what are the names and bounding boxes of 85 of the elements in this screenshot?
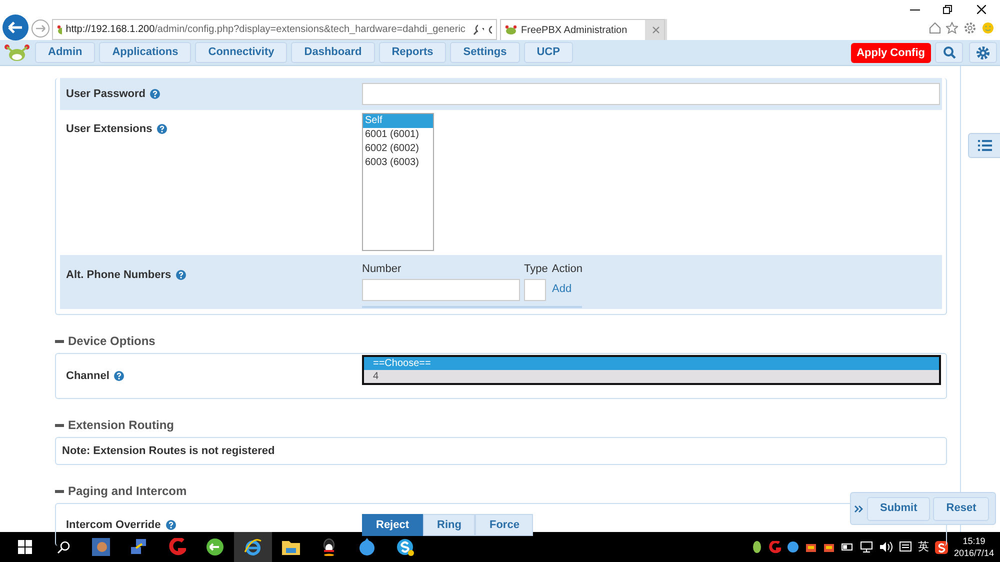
tray-app-icon[interactable] <box>786 541 799 553</box>
dropdown-option[interactable]: ==Choose== <box>364 357 939 370</box>
chat-bubble-icon[interactable] <box>358 538 376 556</box>
field-label: Alt. Phone Numbers <box>66 268 172 283</box>
add-link[interactable]: Add <box>552 281 582 298</box>
help-icon[interactable] <box>176 270 186 280</box>
phone-number-field[interactable] <box>362 278 520 300</box>
sogou-icon[interactable] <box>934 540 948 554</box>
volume-icon[interactable] <box>878 541 893 553</box>
back-icon[interactable] <box>2 14 29 41</box>
minimize-icon[interactable] <box>910 9 920 11</box>
list-toggle-button[interactable] <box>968 133 1000 158</box>
search-button[interactable] <box>935 42 963 63</box>
section-title: Device Options <box>68 333 156 350</box>
tray-app-icon[interactable] <box>804 541 817 553</box>
list-option[interactable]: 6001 (6001) <box>363 128 433 142</box>
address-bar[interactable]: http://192.168.1.200/admin/config.php?display=extensions&tech_hardware=dahdi_generic <box>52 19 497 40</box>
nav-menu-button[interactable]: Admin <box>35 42 96 63</box>
apply-config-button[interactable]: Apply Config <box>850 42 931 62</box>
field-label: Intercom Override <box>66 518 161 533</box>
app-icon[interactable] <box>168 538 186 556</box>
tray-app-icon[interactable] <box>750 541 763 553</box>
network-computer-icon[interactable] <box>130 538 148 556</box>
section-title: Extension Routing <box>68 417 174 434</box>
list-option[interactable]: 6002 (6002) <box>363 142 433 156</box>
tab-title: FreePBX Administration <box>521 24 628 38</box>
star-icon[interactable] <box>946 22 958 34</box>
windows-icon[interactable] <box>18 540 32 554</box>
close-icon[interactable] <box>977 5 986 14</box>
caret-icon[interactable] <box>482 28 484 32</box>
expand-icon[interactable] <box>854 504 864 512</box>
restore-icon[interactable] <box>943 5 952 14</box>
nav-menu-button[interactable]: Reports <box>378 42 446 63</box>
clock-date[interactable]: 2016/7/14 <box>954 547 994 559</box>
toggle-option-button[interactable]: Reject <box>362 514 424 536</box>
nav-menu-button[interactable]: UCP <box>524 42 573 63</box>
password-field[interactable] <box>362 83 940 105</box>
list-option[interactable]: Self <box>363 114 433 128</box>
home-icon[interactable] <box>929 22 941 34</box>
nav-menu-button[interactable]: Dashboard <box>291 42 375 63</box>
collapse-icon[interactable] <box>55 340 64 342</box>
tray-app-icon[interactable] <box>822 541 835 553</box>
help-icon[interactable] <box>157 124 168 134</box>
field-label: User Extensions <box>66 122 152 137</box>
frog-logo-icon[interactable] <box>3 42 31 64</box>
help-icon[interactable] <box>114 371 124 381</box>
nav-menu-button[interactable]: Settings <box>450 42 520 63</box>
field-label: Channel <box>66 368 110 384</box>
notification-icon[interactable] <box>898 541 912 553</box>
channel-dropdown-list[interactable]: ==Choose== 4 <box>362 355 941 385</box>
field-label: User Password <box>66 86 146 102</box>
column-header: Number <box>362 262 402 277</box>
extensions-listbox[interactable]: Self 6001 (6001) 6002 (6002) 6003 (6003) <box>362 113 434 251</box>
input-method-indicator[interactable]: 英 <box>918 538 929 556</box>
skype-icon[interactable] <box>396 538 414 556</box>
url-text: http://192.168.1.200/admin/config.php?display=extensions&tech_hardware=dahdi_generic <box>66 23 466 37</box>
collapse-icon[interactable] <box>55 490 64 492</box>
dropdown-option[interactable]: 4 <box>364 370 939 383</box>
column-header: Action <box>552 262 582 277</box>
clock-time[interactable]: 15:19 <box>954 535 994 547</box>
internet-explorer-icon[interactable] <box>244 538 262 556</box>
smiley-icon[interactable] <box>982 22 994 34</box>
column-header: Type <box>524 262 548 277</box>
browser-icon[interactable] <box>206 538 224 556</box>
section-title: Paging and Intercom <box>68 483 187 500</box>
nav-menu-button[interactable]: Applications <box>99 42 192 63</box>
network-icon[interactable] <box>860 541 873 553</box>
action-button[interactable]: Submit <box>867 496 930 520</box>
toggle-option-button[interactable]: Force <box>475 514 534 536</box>
routes-note: Note: Extension Routes is not registered <box>62 444 275 459</box>
toggle-option-button[interactable]: Ring <box>423 514 476 536</box>
nav-menu-button[interactable]: Connectivity <box>195 42 288 63</box>
phone-type-field[interactable] <box>524 278 546 300</box>
folder-icon[interactable] <box>282 539 300 555</box>
gear-icon[interactable] <box>964 22 976 34</box>
action-button[interactable]: Reset <box>933 496 990 520</box>
list-option[interactable]: 6003 (6003) <box>363 156 433 170</box>
gear-icon <box>976 46 990 60</box>
penguin-icon[interactable] <box>321 538 337 556</box>
help-icon[interactable] <box>166 520 176 530</box>
battery-icon[interactable] <box>840 541 854 553</box>
settings-button[interactable] <box>969 42 997 63</box>
list-icon <box>978 140 992 151</box>
help-icon[interactable] <box>150 89 160 99</box>
collapse-icon[interactable] <box>55 424 64 426</box>
